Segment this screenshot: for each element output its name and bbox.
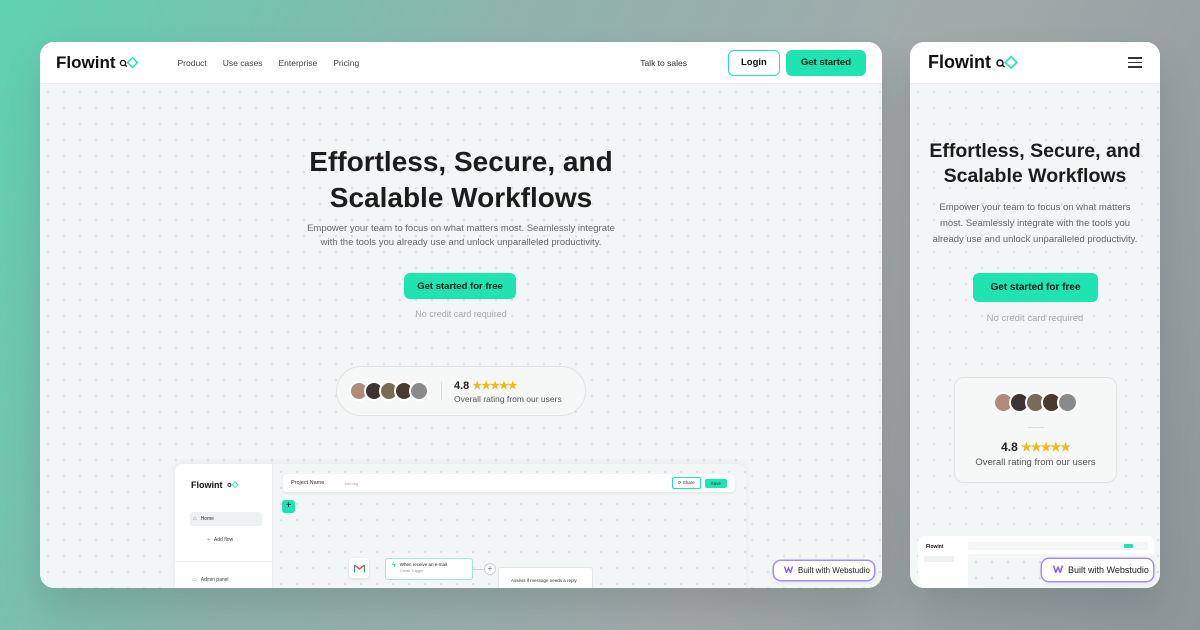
divider bbox=[441, 382, 442, 400]
no-credit-card-note: No credit card required bbox=[415, 309, 507, 319]
top-navigation: Flowint Product Use cases Enterprise Pri… bbox=[40, 42, 882, 84]
hero-subtitle-line: most. Seamlessly integrate with the tool… bbox=[939, 218, 1131, 229]
flowint-logo-icon bbox=[995, 55, 1019, 70]
nav-link-product[interactable]: Product bbox=[177, 58, 206, 68]
star-icon: ★★★★★ bbox=[472, 379, 517, 392]
webstudio-icon bbox=[1052, 565, 1064, 575]
bolt-icon: ϟ bbox=[392, 562, 396, 569]
no-credit-card-note: No credit card required bbox=[986, 313, 1084, 324]
rating-text: Overall rating from our users bbox=[454, 393, 562, 404]
nav-link-enterprise[interactable]: Enterprise bbox=[278, 58, 317, 68]
hero-subtitle: Empower your team to focus on what matte… bbox=[40, 222, 882, 250]
nav-actions: Talk to sales Login Get started bbox=[640, 49, 866, 76]
gmail-icon bbox=[349, 558, 369, 578]
badge-label: Built with Webstudio bbox=[1068, 565, 1149, 575]
divider bbox=[175, 561, 273, 562]
rating-info: 4.8 ★★★★★ Overall rating from our users bbox=[454, 379, 562, 404]
preview-trigger-node: ϟ When receive an e-mail Gmail Trigger bbox=[385, 558, 473, 580]
hero-title-line: Scalable Workflows bbox=[943, 164, 1127, 187]
preview-nav-home bbox=[924, 556, 954, 562]
action-node-label: Assess if message needs a reply bbox=[511, 578, 577, 583]
mobile-hero-section: Effortless, Secure, and Scalable Workflo… bbox=[910, 84, 1160, 588]
preview-action-node: Assess if message needs a reply bbox=[498, 567, 593, 588]
rating-score: 4.8 bbox=[454, 379, 470, 392]
hero-title-line: Scalable Workflows bbox=[329, 181, 593, 213]
hero-subtitle-line: Empower your team to focus on what matte… bbox=[307, 223, 615, 234]
flowint-logo-icon bbox=[226, 481, 239, 489]
hero-title: Effortless, Secure, and Scalable Workflo… bbox=[40, 144, 882, 216]
preview-admin-label: Admin panel bbox=[200, 577, 229, 583]
hero-subtitle-line: with the tools you already use and unloc… bbox=[320, 237, 602, 248]
rating-score: 4.8 bbox=[1001, 440, 1018, 454]
get-started-free-button[interactable]: Get started for free bbox=[973, 273, 1098, 302]
home-icon: ⌂ bbox=[193, 516, 197, 522]
plus-icon: + bbox=[484, 563, 496, 575]
hero-subtitle-line: Empower your team to focus on what matte… bbox=[939, 202, 1131, 213]
preview-admin-panel: ▭ Admin panel bbox=[192, 577, 229, 583]
divider bbox=[1027, 427, 1044, 428]
hero-title-line: Effortless, Secure, and bbox=[929, 140, 1141, 162]
nav-link-pricing[interactable]: Pricing bbox=[333, 58, 359, 68]
trigger-subtitle: Gmail Trigger bbox=[399, 568, 424, 573]
connector-line bbox=[473, 569, 484, 570]
rating-card: 4.8 ★★★★★ Overall rating from our users bbox=[954, 377, 1117, 483]
logo-text: Flowint bbox=[56, 52, 116, 72]
trigger-title: When receive an e-mail bbox=[399, 562, 447, 567]
mobile-preview-card: Flowint Effortless, Secure, and Scalable… bbox=[910, 42, 1160, 588]
preview-project-name: Project Name bbox=[291, 480, 325, 486]
talk-to-sales-link[interactable]: Talk to sales bbox=[640, 58, 687, 68]
hero-title-line: Effortless, Secure, and bbox=[309, 146, 613, 177]
app-screenshot-preview: Flowint ⌂ Home + Add flow ▭ Admin panel … bbox=[175, 464, 746, 588]
plus-icon: + bbox=[282, 500, 295, 513]
login-button[interactable]: Login bbox=[727, 49, 780, 76]
preview-share-button: ⟳ Share bbox=[671, 477, 701, 489]
preview-home-label: Home bbox=[200, 516, 214, 522]
mobile-navigation: Flowint bbox=[910, 42, 1160, 84]
logo[interactable]: Flowint bbox=[56, 53, 139, 73]
rating-text: Overall rating from our users bbox=[975, 457, 1096, 468]
preview-toolbar bbox=[968, 542, 1148, 550]
preview-add-flow: + Add flow bbox=[207, 537, 233, 543]
desktop-preview-card: Flowint Product Use cases Enterprise Pri… bbox=[40, 42, 882, 588]
preview-save-button bbox=[1124, 544, 1133, 548]
preview-sidebar: Flowint ⌂ Home + Add flow ▭ Admin panel bbox=[175, 464, 273, 588]
preview-canvas: Project Name Add tag ⟳ Share Save + ϟ Wh… bbox=[273, 464, 746, 588]
built-with-webstudio-badge[interactable]: Built with Webstudio bbox=[774, 561, 874, 580]
hero-title: Effortless, Secure, and Scalable Workflo… bbox=[910, 139, 1160, 189]
preview-toolbar: Project Name Add tag ⟳ Share Save bbox=[283, 474, 735, 492]
panel-icon: ▭ bbox=[192, 577, 197, 583]
user-avatars bbox=[349, 381, 429, 401]
preview-logo: Flowint bbox=[926, 544, 944, 550]
get-started-free-button[interactable]: Get started for free bbox=[404, 273, 516, 299]
plus-icon: + bbox=[207, 537, 210, 543]
preview-logo-text: Flowint bbox=[191, 480, 223, 490]
preview-nav-home: ⌂ Home bbox=[190, 512, 262, 526]
avatar bbox=[409, 381, 429, 401]
badge-label: Built with Webstudio bbox=[798, 566, 870, 575]
user-avatars bbox=[993, 392, 1078, 413]
preview-logo-text: Flowint bbox=[926, 544, 944, 550]
preview-add-flow-label: Add flow bbox=[213, 537, 234, 543]
rating-line: 4.8 ★★★★★ bbox=[1001, 440, 1071, 454]
preview-logo: Flowint bbox=[191, 480, 239, 490]
star-icon: ★★★★★ bbox=[1021, 440, 1071, 454]
flowint-logo-icon bbox=[119, 56, 139, 69]
hero-subtitle: Empower your team to focus on what matte… bbox=[910, 200, 1160, 248]
hero-subtitle-line: already use and unlock unparalleled prod… bbox=[932, 234, 1138, 245]
get-started-button[interactable]: Get started bbox=[785, 49, 866, 76]
preview-save-button: Save bbox=[704, 478, 727, 488]
logo[interactable]: Flowint bbox=[928, 52, 1019, 73]
nav-links: Product Use cases Enterprise Pricing bbox=[177, 58, 359, 68]
built-with-webstudio-badge[interactable]: Built with Webstudio bbox=[1042, 559, 1153, 581]
webstudio-icon bbox=[783, 566, 794, 575]
nav-link-use-cases[interactable]: Use cases bbox=[223, 58, 263, 68]
rating-pill: 4.8 ★★★★★ Overall rating from our users bbox=[336, 366, 586, 416]
logo-text: Flowint bbox=[928, 52, 991, 72]
avatar bbox=[1057, 392, 1078, 413]
preview-share-label: Share bbox=[682, 480, 695, 485]
preview-add-tag: Add tag bbox=[344, 480, 359, 486]
hamburger-menu-icon[interactable] bbox=[1128, 57, 1142, 68]
